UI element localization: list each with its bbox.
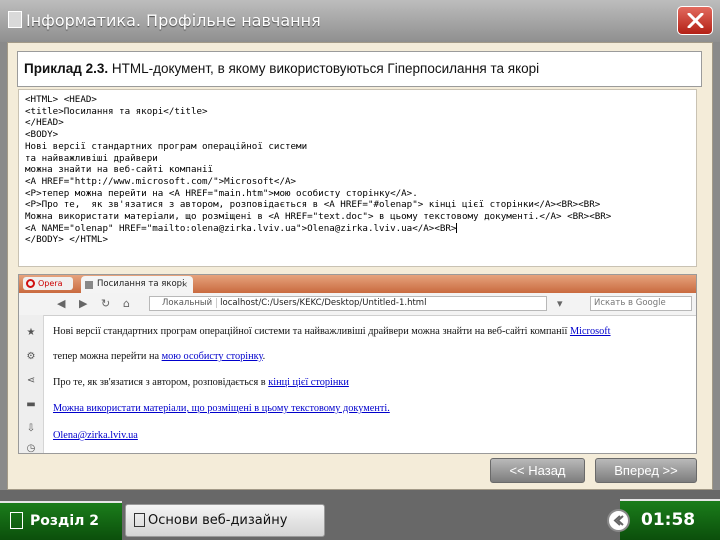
content-line-5: Olena@zirka.lviv.ua: [53, 430, 138, 441]
example-description: HTML-документ, в якому використовуються …: [108, 61, 540, 76]
star-icon[interactable]: ★: [25, 327, 37, 339]
code-screenshot: <HTML> <HEAD> <title>Посилання та якорі</…: [18, 89, 697, 267]
code-line: </BODY> </HTML>: [25, 234, 108, 246]
gear-icon[interactable]: ⚙: [25, 351, 37, 363]
microsoft-link[interactable]: Microsoft: [570, 326, 611, 337]
content-line-3: Про те, як зв'язатися з автором, розпові…: [53, 377, 349, 388]
timer-back-icon[interactable]: [607, 509, 630, 532]
example-label: Приклад 2.3.: [24, 61, 109, 76]
code-line: <title>Посилання та якорі</title>: [25, 105, 208, 117]
browser-tab[interactable]: Посилання та якорі ×: [81, 276, 193, 293]
content-line-2: тепер можна перейти на мою особисту стор…: [53, 351, 265, 362]
browser-tabstrip: Opera Посилання та якорі ×: [19, 275, 696, 293]
example-heading: Приклад 2.3. HTML-документ, в якому вико…: [17, 51, 702, 87]
window-title: Інформатика. Профільне навчання: [26, 11, 321, 30]
share-icon[interactable]: ⋖: [25, 375, 37, 387]
book-icon: [10, 512, 23, 529]
favicon-icon: [85, 281, 93, 289]
code-line: Нові версії стандартних програм операцій…: [25, 140, 308, 152]
window-titlebar: Інформатика. Профільне навчання: [0, 0, 720, 42]
browser-screenshot: Opera Посилання та якорі × ◀ ▶ ↻ ⌂ Локал…: [18, 274, 697, 454]
history-icon[interactable]: ◷: [25, 443, 37, 453]
back-arrow-icon[interactable]: ◀: [57, 297, 65, 310]
personal-page-link[interactable]: мою особисту сторінку: [162, 351, 263, 362]
book-icon: [8, 11, 22, 28]
reload-icon[interactable]: ↻: [101, 297, 110, 310]
browser-tab-title: Посилання та якорі: [97, 279, 185, 289]
notes-icon[interactable]: ▬: [25, 399, 37, 411]
home-icon[interactable]: ⌂: [123, 297, 130, 310]
browser-toolbar: ◀ ▶ ↻ ⌂ Локальный localhost/C:/Users/KEKC…: [19, 293, 696, 316]
content-line-2-text: тепер можна перейти на: [53, 351, 162, 362]
document-link[interactable]: Можна використати матеріали, що розміщен…: [53, 403, 390, 414]
text-cursor: [456, 223, 458, 234]
forward-button[interactable]: Вперед >>: [595, 458, 697, 483]
opera-logo-icon: [26, 279, 35, 288]
search-input[interactable]: Искать в Google: [590, 296, 692, 311]
code-line: <A HREF="http://www.microsoft.com/">Micr…: [25, 175, 297, 187]
book-icon: [134, 513, 145, 527]
tab-close-icon[interactable]: ×: [181, 276, 188, 293]
address-url: localhost/C:/Users/KEKC/Desktop/Untitled…: [220, 298, 427, 308]
page-end-link[interactable]: кінці цієї сторінки: [268, 377, 349, 388]
forward-arrow-icon[interactable]: ▶: [79, 297, 87, 310]
html-source-code: <HTML> <HEAD> <title>Посилання та якорі</…: [25, 94, 611, 246]
code-line: та найважливіші драйвери: [25, 152, 158, 164]
code-line: <HTML> <HEAD>: [25, 94, 97, 105]
example-heading-text: Приклад 2.3. HTML-документ, в якому вико…: [24, 61, 539, 76]
section-indicator[interactable]: Розділ 2: [0, 501, 122, 540]
content-panel: Приклад 2.3. HTML-документ, в якому вико…: [7, 42, 713, 490]
topic-indicator[interactable]: Основи веб-дизайну: [125, 504, 325, 537]
browser-page-content: Нові версії стандартних програм операцій…: [53, 315, 693, 453]
code-line: можна знайти на веб-сайті компанії: [25, 164, 214, 176]
timer-value: 01:58: [641, 510, 696, 530]
code-line: Можна використати матеріали, що розміщен…: [25, 211, 612, 223]
email-link[interactable]: Olena@zirka.lviv.ua: [53, 430, 138, 441]
browser-sidebar: ★ ⚙ ⋖ ▬ ⇩ ◷: [19, 315, 44, 453]
status-bar: Розділ 2 Основи веб-дизайну 01:58: [0, 490, 720, 540]
code-line: </HEAD>: [25, 117, 64, 129]
content-line-1-text: Нові версії стандартних програм операцій…: [53, 326, 570, 337]
content-line-4: Можна використати матеріали, що розміщен…: [53, 403, 390, 414]
timer: 01:58: [607, 499, 720, 540]
back-button[interactable]: << Назад: [490, 458, 585, 483]
content-line-2-end: .: [262, 351, 266, 362]
address-bar[interactable]: Локальный localhost/C:/Users/KEKC/Desktop…: [149, 296, 547, 311]
code-line: <P>тепер можна перейти на <A HREF="main.…: [25, 187, 418, 199]
opera-label: Opera: [38, 279, 63, 288]
content-line-3-text: Про те, як зв'язатися з автором, розпові…: [53, 377, 269, 388]
opera-menu-button[interactable]: Opera: [23, 277, 73, 290]
address-location: Локальный: [150, 298, 218, 308]
code-line: <P>Про те, як зв'язатися з автором, розп…: [25, 199, 601, 211]
close-button[interactable]: [677, 6, 713, 35]
section-label: Розділ 2: [30, 513, 99, 529]
dropdown-icon[interactable]: ▾: [557, 297, 563, 310]
topic-label: Основи веб-дизайну: [148, 513, 288, 528]
code-line: <BODY>: [25, 129, 59, 141]
code-line: <A NAME="olenap" HREF="mailto:olena@zirk…: [25, 222, 458, 234]
download-icon[interactable]: ⇩: [25, 423, 37, 435]
content-line-1: Нові версії стандартних програм операцій…: [53, 326, 611, 337]
close-icon: [687, 13, 704, 28]
